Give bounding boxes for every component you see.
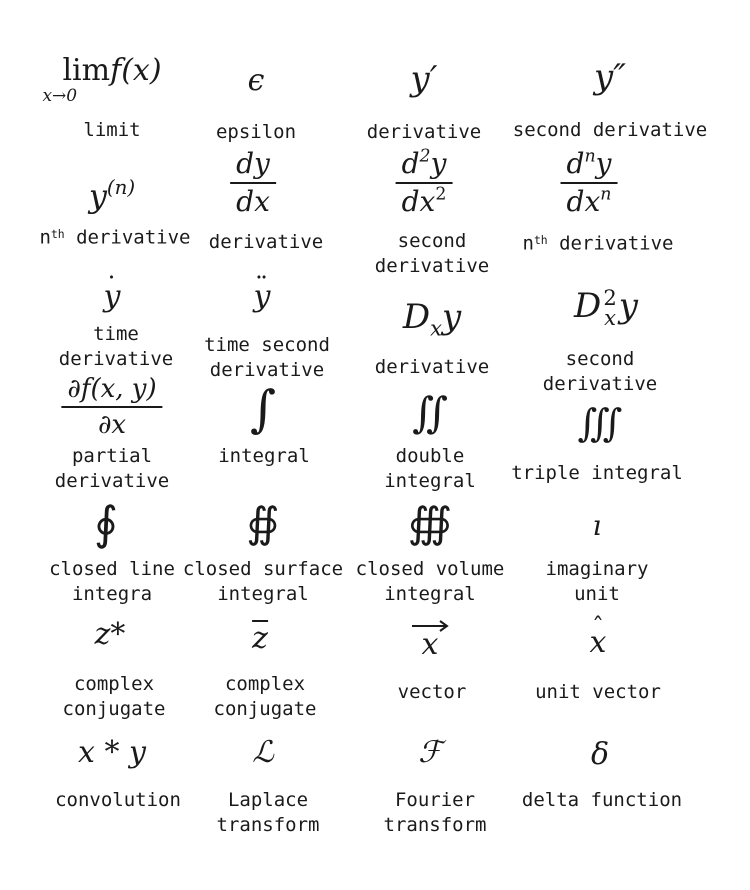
limit-label: limit: [83, 119, 141, 141]
complex-conjugate-bar-label: complex conjugate: [213, 673, 317, 720]
delta-symbol: δ: [590, 737, 610, 772]
limit-symbol: limf(x): [62, 56, 161, 86]
integral-symbol: ∫: [249, 380, 277, 438]
complex-conjugate-bar-symbol: z: [252, 620, 268, 656]
imaginary-unit-label: imaginary unit: [545, 558, 649, 605]
integral-label: integral: [218, 445, 310, 467]
nth-derivative-fraction-symbol: dny dxn: [560, 148, 618, 216]
fourier-label: Fourier transform: [383, 789, 487, 836]
d-squared-operator-label: second derivative: [542, 348, 658, 395]
closed-line-integral-label: closed line integra: [49, 558, 175, 605]
double-integral-label: double integral: [384, 445, 476, 492]
complex-conjugate-star-label: complex conjugate: [62, 673, 166, 720]
second-derivative-fraction-label: second derivative: [374, 230, 490, 277]
vector-label: vector: [397, 681, 467, 703]
derivative-fraction-label: derivative: [208, 231, 324, 253]
convolution-symbol: x * y: [78, 735, 146, 770]
d-operator-symbol: Dxy: [402, 297, 462, 341]
derivative-prime-symbol: y′: [410, 59, 438, 99]
fourier-symbol: ℱ: [418, 735, 442, 770]
closed-volume-integral-symbol: ∰: [407, 498, 453, 547]
limit-function: f(x): [110, 53, 162, 88]
second-derivative-label: second derivative: [512, 119, 708, 141]
complex-conjugate-star-symbol: z*: [94, 617, 126, 652]
derivative-fraction-symbol: dy dx: [230, 150, 276, 216]
triple-integral-label: triple integral: [511, 462, 683, 484]
partial-derivative-symbol: ∂f(x, y) ∂x: [61, 376, 163, 438]
triple-integral-symbol: ∭: [577, 401, 623, 445]
time-second-derivative-symbol: y ¨: [253, 272, 271, 314]
convolution-label: convolution: [55, 789, 181, 811]
closed-volume-integral-label: closed volume integral: [355, 558, 505, 605]
time-derivative-label: time derivative: [58, 323, 174, 370]
limit-operator: lim: [62, 53, 111, 88]
delta-label: delta function: [521, 789, 683, 811]
second-derivative-fraction-symbol: d2y dx2: [395, 148, 453, 216]
nth-derivative-fraction-label: nth derivative: [522, 232, 674, 255]
laplace-symbol: ℒ: [252, 735, 274, 770]
imaginary-unit-symbol: ı: [592, 509, 602, 542]
unit-vector-label: unit vector: [535, 681, 661, 703]
second-derivative-symbol: y″: [594, 57, 626, 97]
epsilon-label: epsilon: [215, 121, 297, 143]
laplace-label: Laplace transform: [216, 789, 320, 836]
vector-symbol: x: [410, 620, 450, 660]
derivative-prime-label: derivative: [366, 121, 482, 143]
epsilon-symbol: ϵ: [247, 63, 265, 98]
closed-line-integral-symbol: ∮: [94, 496, 118, 550]
time-second-derivative-label: time second derivative: [204, 334, 330, 381]
unit-vector-symbol: xˆ: [589, 612, 607, 660]
closed-surface-integral-label: closed surface integral: [182, 558, 344, 605]
double-integral-symbol: ∬: [412, 388, 448, 437]
limit-subscript: x→0: [42, 86, 78, 106]
nth-derivative-symbol: y(n): [88, 176, 136, 215]
time-derivative-symbol: y ˙: [103, 272, 121, 314]
closed-surface-integral-symbol: ∯: [246, 498, 280, 547]
limit-cell: limf(x) x→0: [42, 56, 161, 105]
d-operator-label: derivative: [374, 356, 490, 378]
nth-derivative-label: nth derivative: [39, 226, 191, 249]
partial-derivative-label: partial derivative: [54, 445, 170, 492]
d-squared-operator-symbol: D2xy: [574, 285, 638, 331]
